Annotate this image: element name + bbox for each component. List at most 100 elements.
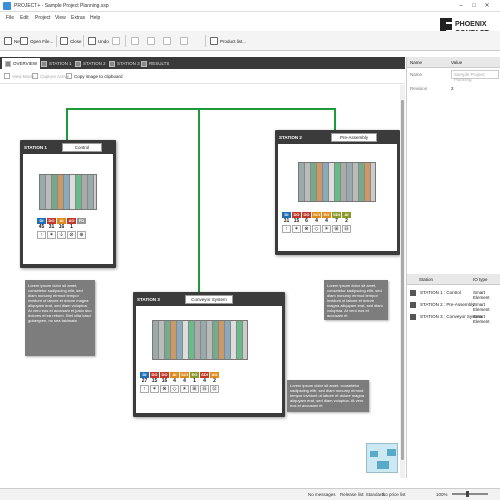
canvas-toolbar: View Mode Capture Active Copy image to c… <box>0 70 405 84</box>
io-type-icon: ⊟ <box>200 385 209 393</box>
maximize-button[interactable]: □ <box>469 2 479 10</box>
toolbar-separator <box>83 35 84 47</box>
io-badge: AI 2 ⊟ <box>342 212 351 233</box>
io-module <box>88 175 94 209</box>
property-row-name: Name Sample Project Planning <box>407 69 500 82</box>
io-type-icon: ⊟ <box>342 225 351 233</box>
menu-edit[interactable]: Edit <box>20 15 29 21</box>
paste-button[interactable] <box>163 36 171 46</box>
minimap-station <box>370 451 378 457</box>
note-station-3[interactable]: Lorem ipsum dolor sit amet, consetetur s… <box>287 380 369 412</box>
bus-drop-station-3 <box>198 108 200 292</box>
station-name: Control <box>62 143 102 152</box>
menu-extras[interactable]: Extras <box>71 15 85 21</box>
app-icon <box>3 2 11 10</box>
station-list-row[interactable]: STATION 2 : Pre-Assembly Smart Element <box>407 299 500 312</box>
station-list-row[interactable]: STATION 3 : Conveyor System Smart Elemen… <box>407 311 500 324</box>
menu-file[interactable]: File <box>6 15 14 21</box>
copy-button[interactable] <box>147 36 155 46</box>
station-body: DI 27 ↑ DO 15 ✶ DO 16 ⊗ AI 4 ◇ SCI 4 ☀ EO 1 ⊞ SDI 4 ⊟ … <box>136 306 282 413</box>
station-icon <box>109 60 115 67</box>
open-file-button[interactable]: Open File... <box>20 36 53 46</box>
status-bar: No messages Release list: Standard No pr… <box>0 488 500 500</box>
io-type-icon: ✶ <box>150 385 159 393</box>
hardware-rail <box>152 320 248 360</box>
tab-overview[interactable]: OVERVIEW <box>2 58 41 69</box>
close-doc-icon <box>60 37 68 45</box>
messages-status[interactable]: No messages <box>308 492 336 497</box>
menu-help[interactable]: Help <box>90 15 100 21</box>
io-type-icon: ↑ <box>140 385 149 393</box>
properties-panel: Name Value Name Sample Project Planning … <box>406 57 500 478</box>
tab-station-2[interactable]: STATION 2 <box>72 58 109 69</box>
copy-image-button[interactable]: Copy image to clipboard <box>66 73 123 79</box>
io-badge: DO 15 ✶ <box>292 212 301 233</box>
main-toolbar: New Open File... Close Undo Product list… <box>0 31 500 51</box>
note-station-2[interactable]: Lorem ipsum dolor sit amet, consetetur s… <box>324 280 388 320</box>
undo-button[interactable]: Undo <box>88 36 109 46</box>
tab-results[interactable]: RESULTS <box>138 58 172 69</box>
station-list-row[interactable]: STATION 1 : Control Smart Element <box>407 287 500 300</box>
view-mode-button[interactable]: View Mode <box>4 73 34 79</box>
results-icon <box>141 60 147 67</box>
toolbar-separator <box>125 35 126 47</box>
view-mode-icon <box>4 73 10 79</box>
zoom-slider[interactable] <box>452 493 488 495</box>
redo-icon <box>112 37 120 45</box>
io-badge: DI 27 ↑ <box>140 372 149 393</box>
io-badges: DI 27 ↑ DO 15 ✶ DO 16 ⊗ AI 4 ◇ SCI 4 ☀ EO 1 ⊞ SDI 4 ⊟ … <box>140 372 219 393</box>
capture-active-button[interactable]: Capture Active <box>32 73 69 79</box>
io-type-icon: ✶ <box>47 231 56 239</box>
station-label: STATION 2 <box>279 135 302 140</box>
close-window-button[interactable]: ✕ <box>482 2 492 10</box>
io-badge: AI 4 ◇ <box>170 372 179 393</box>
cut-icon <box>131 37 139 45</box>
bus-drop-station-1 <box>66 108 68 140</box>
menu-view[interactable]: View <box>55 15 66 21</box>
io-badge: EO 4 ☀ <box>322 212 331 233</box>
tab-station-1[interactable]: STATION 1 <box>38 58 75 69</box>
copy-icon <box>147 37 155 45</box>
io-badge: EO 1 ⊞ <box>190 372 199 393</box>
scrollbar-thumb[interactable] <box>401 100 404 460</box>
station-body: DI 45 ↑ DO 31 ✶ AI 16 ⏚ AO 1 ⊘ FD ⊕ <box>23 154 113 264</box>
hardware-rail <box>39 174 97 210</box>
hardware-rail <box>298 162 376 202</box>
menu-project[interactable]: Project <box>35 15 51 21</box>
folder-icon <box>20 37 28 45</box>
close-project-button[interactable]: Close <box>60 36 82 46</box>
redo-button[interactable] <box>112 36 120 46</box>
station-label: STATION 1 <box>24 145 47 150</box>
io-badge: DI 45 ↑ <box>37 218 46 239</box>
io-type-icon: ⊗ <box>302 225 311 233</box>
io-badge: AO 2 ⊡ <box>210 372 219 393</box>
minimize-button[interactable]: – <box>456 2 466 10</box>
cut-button[interactable] <box>131 36 139 46</box>
io-badge: DI 31 ↑ <box>282 212 291 233</box>
paste-icon <box>163 37 171 45</box>
product-list-button[interactable]: Product list... <box>210 36 246 46</box>
list-icon <box>210 37 218 45</box>
project-name-input[interactable]: Sample Project Planning <box>451 70 499 82</box>
io-badge: AO 1 ⊘ <box>67 218 76 239</box>
io-type-icon: ⊞ <box>190 385 199 393</box>
title-bar: PROJECT+ - Sample Project Planning.ssp –… <box>0 0 500 12</box>
io-type-icon: ☀ <box>322 225 331 233</box>
minimap-station <box>387 449 396 456</box>
delete-button[interactable] <box>180 36 188 46</box>
minimap[interactable] <box>366 443 398 473</box>
io-badge: SCI 4 ☀ <box>180 372 189 393</box>
station-card-1[interactable]: STATION 1 Control DI 45 ↑ DO 31 ✶ AI 16 ⏚ AO 1 ⊘… <box>20 140 116 268</box>
zoom-slider-handle[interactable] <box>466 491 469 497</box>
station-card-3[interactable]: STATION 3 Conveyor System DI 27 ↑ DO 15 ✶ DO… <box>133 292 285 417</box>
window-title: PROJECT+ - Sample Project Planning.ssp <box>14 3 109 9</box>
io-badges: DI 31 ↑ DO 15 ✶ DO 6 ⊗ SCI 4 ◇ EO 4 ☀ SDI 7 ⊞ AI 2 ⊟ <box>282 212 351 233</box>
note-station-1[interactable]: Lorem ipsum dolor sit amet, consetetur s… <box>25 280 95 356</box>
io-type-icon: ⊘ <box>67 231 76 239</box>
bus-drop-station-2 <box>334 108 336 132</box>
station-card-2[interactable]: STATION 2 Pre-Assembly DI 31 ↑ DO 15 ✶ DO 6 ⊗ … <box>275 130 400 255</box>
io-badge: SDI 4 ⊟ <box>200 372 209 393</box>
station-icon <box>410 302 416 308</box>
io-badge: DO 6 ⊗ <box>302 212 311 233</box>
io-type-icon: ◇ <box>312 225 321 233</box>
